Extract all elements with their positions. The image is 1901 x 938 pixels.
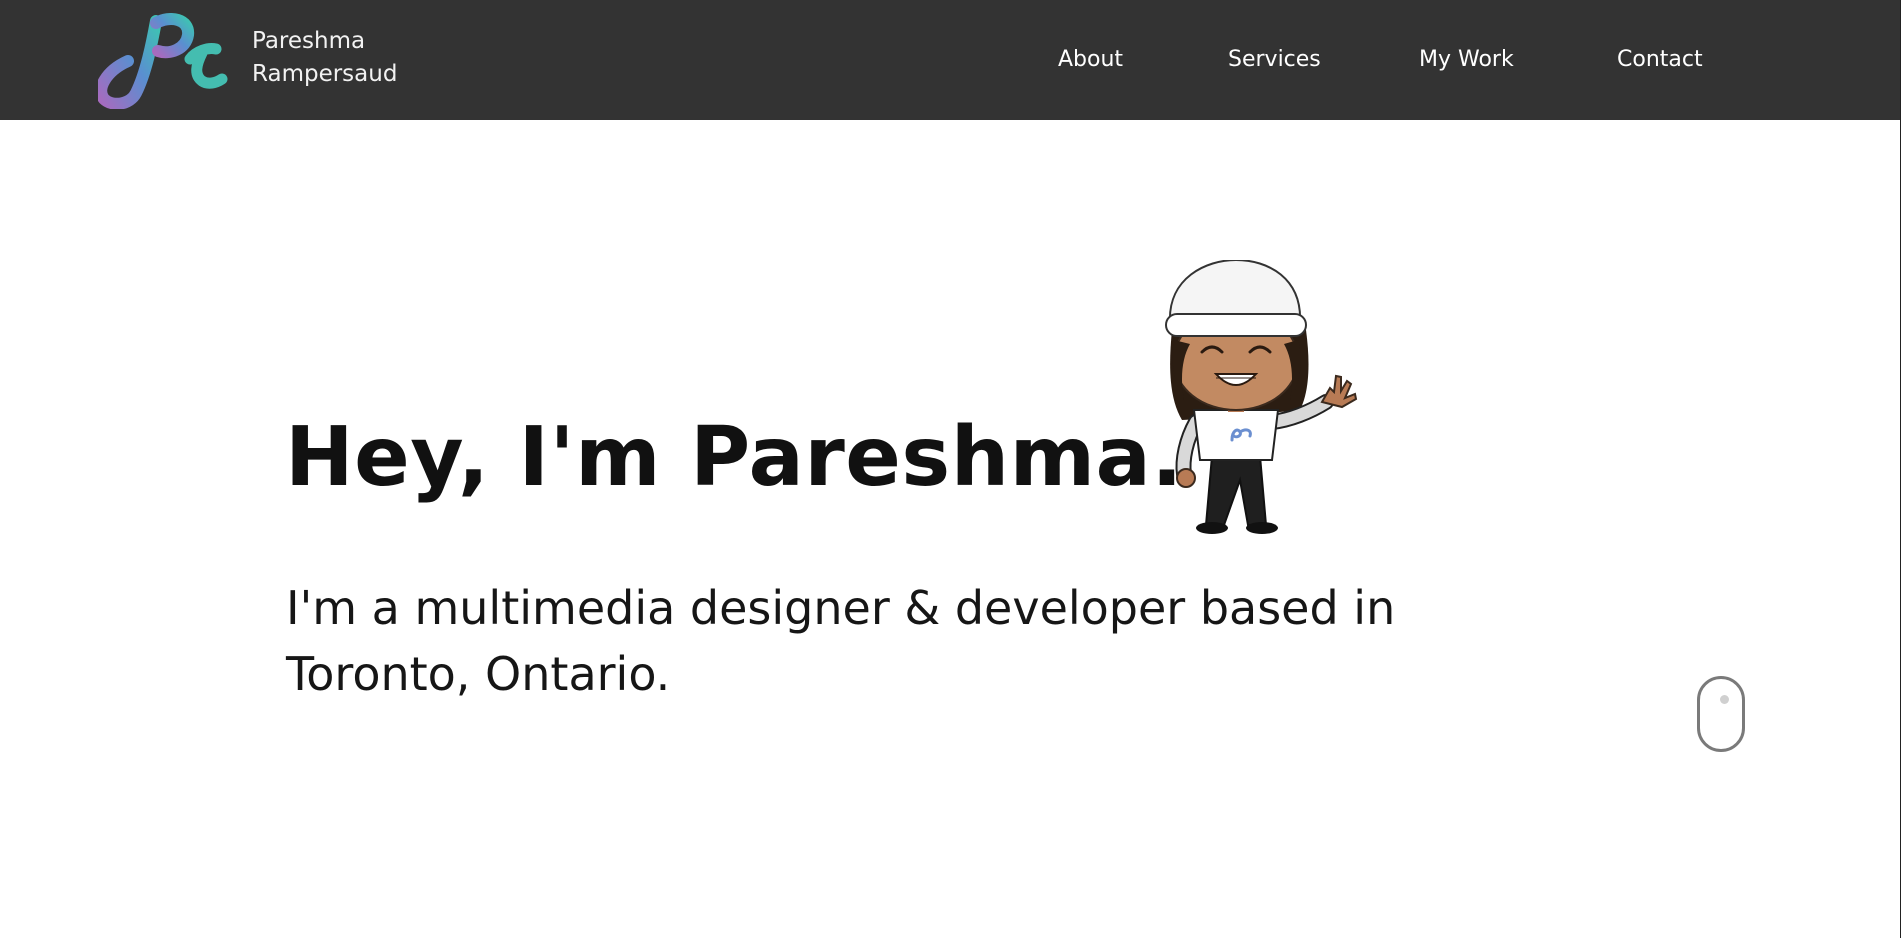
nav-my-work[interactable]: My Work: [1419, 47, 1514, 73]
nav-services[interactable]: Services: [1228, 47, 1321, 73]
nav-contact[interactable]: Contact: [1617, 47, 1703, 73]
hero-title: Hey, I'm Pareshma.: [285, 410, 1184, 505]
site-header: Pareshma Rampersaud About Services My Wo…: [0, 0, 1900, 120]
hero-subtitle: I'm a multimedia designer & developer ba…: [286, 581, 1396, 701]
main-nav: About Services My Work Contact: [0, 47, 1900, 77]
waving-avatar-illustration-icon: [1165, 260, 1358, 534]
scroll-mouse-icon[interactable]: [1697, 676, 1745, 752]
scroll-wheel-dot: [1720, 695, 1729, 704]
nav-about[interactable]: About: [1058, 47, 1123, 73]
